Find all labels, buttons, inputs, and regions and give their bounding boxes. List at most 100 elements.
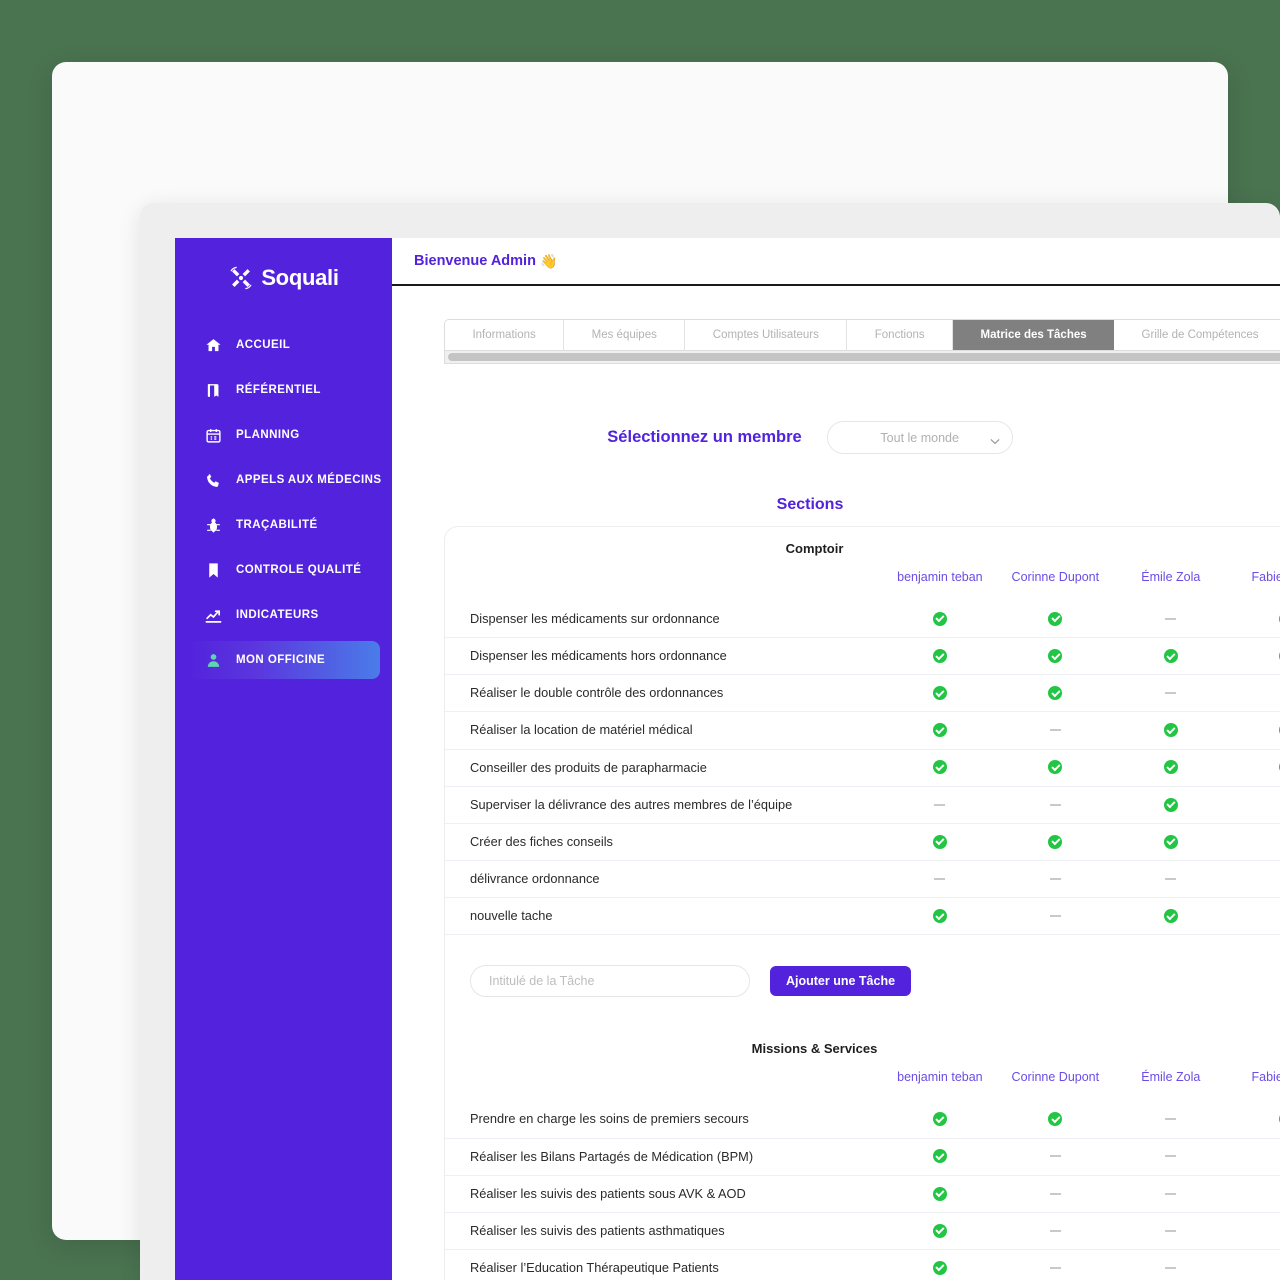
task-assigned-check-icon[interactable] bbox=[1228, 711, 1280, 750]
task-assigned-check-icon[interactable] bbox=[1113, 786, 1229, 824]
task-assigned-check-icon[interactable] bbox=[882, 1249, 998, 1280]
task-assigned-check-icon[interactable] bbox=[882, 674, 998, 713]
tab-comptes-utilisateurs[interactable]: Comptes Utilisateurs bbox=[685, 320, 848, 350]
task-assigned-check-icon[interactable] bbox=[997, 637, 1114, 676]
task-unassigned-dash-icon[interactable] bbox=[1113, 1249, 1229, 1280]
sidebar-item-indicateurs[interactable]: INDICATEURS bbox=[187, 596, 380, 634]
task-unassigned-dash-icon[interactable] bbox=[1113, 1101, 1229, 1139]
task-assigned-check-icon[interactable] bbox=[1228, 749, 1280, 787]
task-assigned-check-icon[interactable] bbox=[1113, 711, 1229, 750]
task-assigned-check-icon[interactable] bbox=[1228, 601, 1280, 639]
task-assigned-check-icon[interactable] bbox=[882, 1138, 998, 1176]
table-row: Dispenser les médicaments sur ordonnance bbox=[445, 601, 1280, 639]
task-unassigned-dash-icon[interactable] bbox=[1113, 601, 1229, 639]
sidebar: Soquali ACCUEIL RÉFÉRENTIEL PLANNING APP… bbox=[175, 238, 392, 1280]
sidebar-item-label: APPELS AUX MÉDECINS bbox=[236, 474, 382, 486]
task-unassigned-dash-icon[interactable] bbox=[882, 786, 998, 824]
task-unassigned-dash-icon[interactable] bbox=[997, 1175, 1114, 1213]
task-unassigned-dash-icon[interactable] bbox=[1228, 897, 1280, 936]
task-unassigned-dash-icon[interactable] bbox=[1113, 674, 1229, 713]
task-unassigned-dash-icon[interactable] bbox=[1228, 1175, 1280, 1213]
task-unassigned-dash-icon[interactable] bbox=[997, 1212, 1114, 1251]
dash-icon bbox=[1049, 877, 1061, 880]
member-column-header: benjamin teban bbox=[897, 1070, 983, 1085]
task-unassigned-dash-icon[interactable] bbox=[997, 860, 1114, 899]
tab-fonctions[interactable]: Fonctions bbox=[847, 320, 954, 350]
task-assigned-check-icon[interactable] bbox=[882, 1101, 998, 1139]
dash-icon bbox=[1049, 1229, 1061, 1232]
tab-mes-equipes[interactable]: Mes équipes bbox=[564, 320, 686, 350]
wave-emoji-icon: 👋 bbox=[539, 252, 558, 269]
task-unassigned-dash-icon[interactable] bbox=[1228, 860, 1280, 899]
task-title-input[interactable] bbox=[470, 965, 750, 998]
task-label: Prendre en charge les soins de premiers … bbox=[445, 1101, 883, 1139]
check-circle-icon bbox=[932, 611, 947, 626]
task-unassigned-dash-icon[interactable] bbox=[1228, 1212, 1280, 1251]
task-assigned-check-icon[interactable] bbox=[1113, 749, 1229, 787]
task-assigned-check-icon[interactable] bbox=[882, 897, 998, 936]
task-assigned-check-icon[interactable] bbox=[1113, 637, 1229, 676]
member-select[interactable]: Tout le monde bbox=[826, 421, 1013, 454]
sidebar-item-label: INDICATEURS bbox=[236, 609, 319, 621]
member-select-holder: Tout le monde bbox=[826, 421, 1013, 454]
phone-icon bbox=[205, 472, 222, 489]
check-circle-icon bbox=[1048, 686, 1063, 701]
task-assigned-check-icon[interactable] bbox=[997, 1101, 1114, 1139]
sidebar-item-accueil[interactable]: ACCUEIL bbox=[187, 326, 380, 364]
task-assigned-check-icon[interactable] bbox=[997, 823, 1114, 862]
task-unassigned-dash-icon[interactable] bbox=[997, 711, 1114, 750]
task-unassigned-dash-icon[interactable] bbox=[1113, 860, 1229, 899]
task-unassigned-dash-icon[interactable] bbox=[997, 786, 1114, 824]
task-column-header bbox=[445, 570, 882, 601]
task-assigned-check-icon[interactable] bbox=[882, 823, 998, 862]
check-circle-icon bbox=[1048, 834, 1063, 849]
tab-grille-de-competences[interactable]: Grille de Compétences bbox=[1114, 320, 1280, 350]
sidebar-item-tracabilite[interactable]: TRAÇABILITÉ bbox=[187, 506, 380, 544]
task-unassigned-dash-icon[interactable] bbox=[1113, 1175, 1229, 1213]
tab-informations[interactable]: Informations bbox=[445, 320, 565, 350]
tabs-horizontal-scrollbar[interactable] bbox=[444, 351, 1280, 364]
task-unassigned-dash-icon[interactable] bbox=[1228, 1249, 1280, 1280]
task-unassigned-dash-icon[interactable] bbox=[1228, 674, 1280, 713]
task-unassigned-dash-icon[interactable] bbox=[997, 1249, 1114, 1280]
member-column-header: Fabien Ciais bbox=[1251, 1070, 1280, 1085]
dash-icon bbox=[934, 803, 946, 806]
task-unassigned-dash-icon[interactable] bbox=[1228, 786, 1280, 824]
sidebar-item-mon-officine[interactable]: MON OFFICINE bbox=[187, 641, 380, 679]
task-assigned-check-icon[interactable] bbox=[997, 601, 1114, 639]
scrollbar-thumb[interactable] bbox=[448, 353, 1280, 361]
task-unassigned-dash-icon[interactable] bbox=[997, 1138, 1114, 1176]
tab-matrice-des-taches[interactable]: Matrice des Tâches bbox=[953, 320, 1115, 350]
sidebar-item-label: ACCUEIL bbox=[236, 339, 291, 351]
task-unassigned-dash-icon[interactable] bbox=[1228, 1138, 1280, 1176]
task-assigned-check-icon[interactable] bbox=[882, 601, 998, 639]
task-assigned-check-icon[interactable] bbox=[882, 637, 998, 676]
task-assigned-check-icon[interactable] bbox=[882, 1175, 998, 1213]
task-unassigned-dash-icon[interactable] bbox=[1228, 823, 1280, 862]
task-assigned-check-icon[interactable] bbox=[1228, 637, 1280, 676]
task-assigned-check-icon[interactable] bbox=[1228, 1101, 1280, 1139]
task-unassigned-dash-icon[interactable] bbox=[1113, 1138, 1229, 1176]
task-unassigned-dash-icon[interactable] bbox=[997, 897, 1114, 936]
add-task-button[interactable]: Ajouter une Tâche bbox=[770, 966, 912, 997]
task-assigned-check-icon[interactable] bbox=[1113, 823, 1229, 862]
sidebar-item-controle-qualite[interactable]: CONTROLE QUALITÉ bbox=[187, 551, 380, 589]
task-assigned-check-icon[interactable] bbox=[882, 711, 998, 750]
task-assigned-check-icon[interactable] bbox=[882, 1212, 998, 1251]
task-unassigned-dash-icon[interactable] bbox=[1113, 1212, 1229, 1251]
task-label: Superviser la délivrance des autres memb… bbox=[445, 786, 883, 824]
check-circle-icon bbox=[1163, 834, 1178, 849]
dash-icon bbox=[1049, 1266, 1061, 1269]
task-assigned-check-icon[interactable] bbox=[997, 674, 1114, 713]
member-column-header: Corinne Dupont bbox=[1011, 1070, 1100, 1085]
sidebar-item-planning[interactable]: PLANNING bbox=[187, 416, 380, 454]
sidebar-item-referentiel[interactable]: RÉFÉRENTIEL bbox=[187, 371, 380, 409]
dash-icon bbox=[1165, 877, 1177, 880]
sidebar-item-appels-aux-medecins[interactable]: APPELS AUX MÉDECINS bbox=[187, 461, 382, 499]
task-unassigned-dash-icon[interactable] bbox=[882, 860, 998, 899]
task-assigned-check-icon[interactable] bbox=[997, 749, 1114, 787]
task-assigned-check-icon[interactable] bbox=[1113, 897, 1229, 936]
sidebar-item-label: PLANNING bbox=[236, 429, 300, 441]
task-assigned-check-icon[interactable] bbox=[882, 749, 998, 787]
